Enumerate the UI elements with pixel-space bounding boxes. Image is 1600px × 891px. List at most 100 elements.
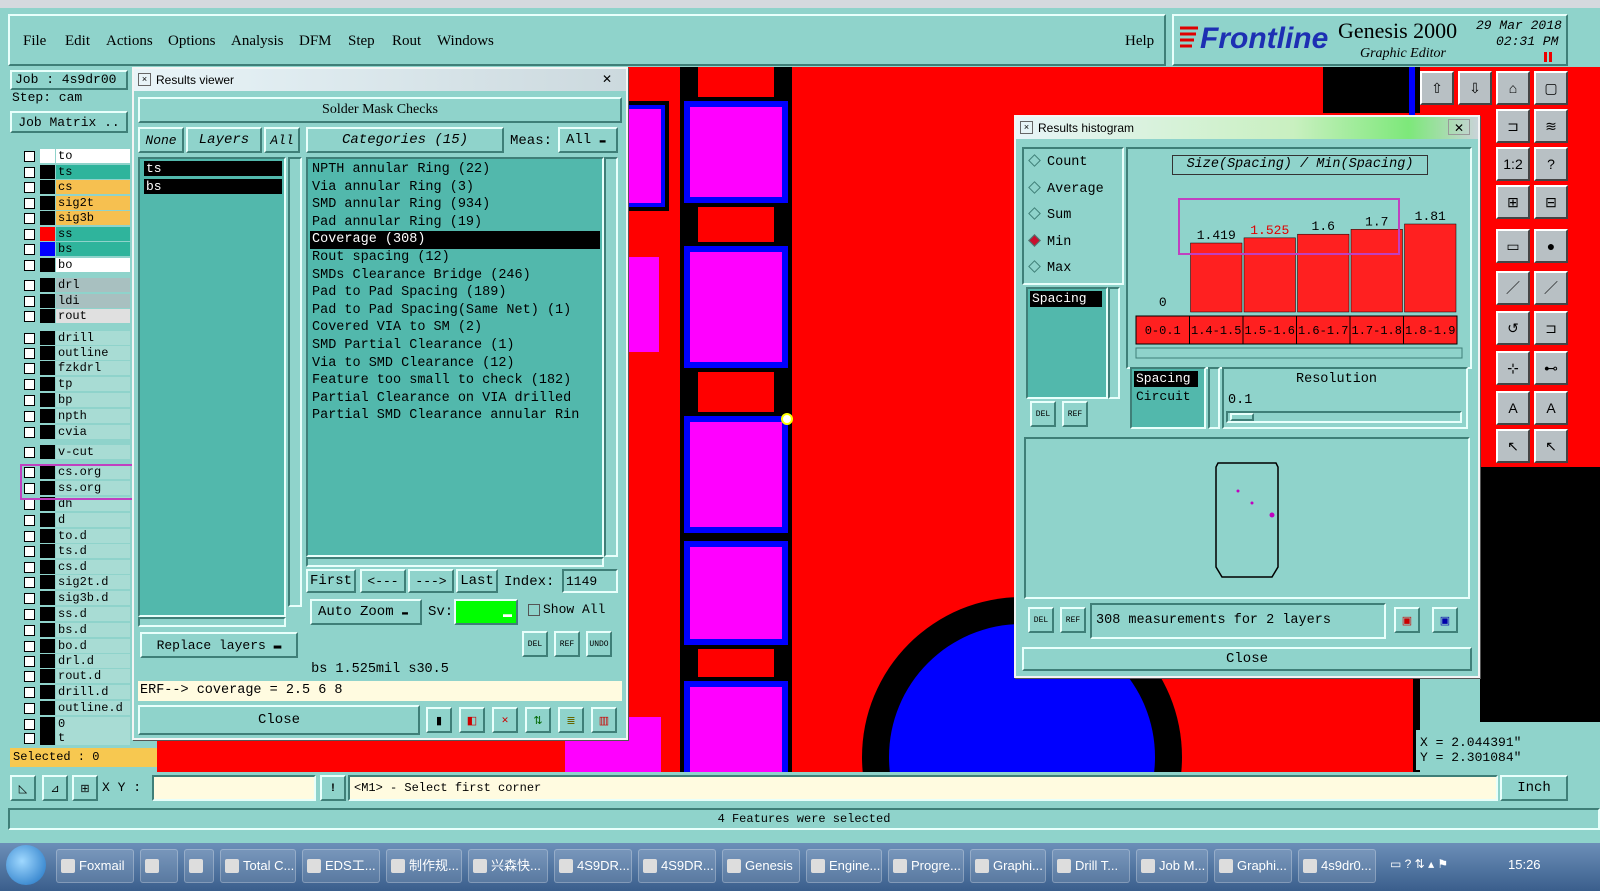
layer-row[interactable]: sig3b <box>16 211 130 225</box>
taskbar-item[interactable] <box>184 849 214 883</box>
menu-options[interactable]: Options <box>168 33 216 50</box>
next-button[interactable]: ---> <box>408 569 454 593</box>
taskbar-item[interactable]: 制作规... <box>386 849 462 883</box>
unit-dropdown[interactable]: Inch <box>1500 775 1568 801</box>
layers-button[interactable]: Layers <box>186 127 262 153</box>
sv-color-dropdown[interactable]: ▬ <box>454 599 518 625</box>
layers-scrollbar[interactable] <box>288 157 302 607</box>
histogram-bar[interactable] <box>1404 223 1457 313</box>
layer-row[interactable]: outline <box>16 346 130 360</box>
layer-row[interactable]: tp <box>16 377 130 391</box>
preview-del-button[interactable]: DEL <box>1028 607 1054 633</box>
category-item[interactable]: SMD annular Ring (934) <box>310 196 600 214</box>
layer-checkbox[interactable] <box>24 411 35 422</box>
layer-checkbox[interactable] <box>24 182 35 193</box>
measurement-type-list[interactable]: Spacing <box>1026 287 1108 399</box>
layer-checkbox[interactable] <box>24 348 35 359</box>
measurement-scrollbar[interactable] <box>1108 287 1120 399</box>
aggregate-option[interactable]: Average <box>1028 180 1104 197</box>
taskbar-item[interactable]: Drill T... <box>1052 849 1130 883</box>
layer-checkbox[interactable] <box>24 213 35 224</box>
categories-list[interactable]: NPTH annular Ring (22) Via annular Ring (… <box>306 157 604 557</box>
category-item[interactable]: SMD Partial Clearance (1) <box>310 337 600 355</box>
aggregate-option[interactable]: Min <box>1028 233 1071 250</box>
marker-icon[interactable]: ▮ <box>426 707 452 733</box>
histogram-close-button[interactable]: Close <box>1022 647 1472 671</box>
menu-windows[interactable]: Windows <box>437 33 494 50</box>
layer-checkbox[interactable] <box>24 260 35 271</box>
layer-checkbox[interactable] <box>24 311 35 322</box>
category-item[interactable]: Via annular Ring (3) <box>310 179 600 197</box>
layer-checkbox[interactable] <box>24 198 35 209</box>
layer-checkbox[interactable] <box>24 167 35 178</box>
taskbar-item[interactable]: Graphi... <box>970 849 1046 883</box>
layer-checkbox[interactable] <box>24 593 35 604</box>
category-item[interactable]: Pad to Pad Spacing(Same Net) (1) <box>310 302 600 320</box>
taskbar-item[interactable]: Engine... <box>806 849 882 883</box>
tool-snap-icon[interactable]: ⊞ <box>1496 185 1530 219</box>
aggregate-option[interactable]: Count <box>1028 154 1088 170</box>
layer-checkbox[interactable] <box>24 577 35 588</box>
taskbar-item[interactable]: Graphi... <box>1214 849 1292 883</box>
tool-select-alt-icon[interactable]: ↖ <box>1534 429 1568 463</box>
menu-step[interactable]: Step <box>348 33 375 50</box>
tool-save-icon[interactable]: ⇩ <box>1458 71 1492 105</box>
index-input[interactable] <box>562 569 618 593</box>
tool-ratio-icon[interactable]: 1:2 <box>1496 147 1530 181</box>
taskbar-item[interactable]: EDS工... <box>302 849 380 883</box>
layer-checkbox[interactable] <box>24 280 35 291</box>
radio-icon[interactable] <box>1028 233 1041 247</box>
taskbar-item[interactable]: Genesis <box>722 849 800 883</box>
histogram-icon[interactable]: ▥ <box>591 707 617 733</box>
taskbar-item[interactable]: 4S9DR... <box>554 849 632 883</box>
layer-checkbox[interactable] <box>24 515 35 526</box>
categories-hscrollbar[interactable] <box>306 557 604 567</box>
category-item[interactable]: Covered VIA to SM (2) <box>310 319 600 337</box>
layer-checkbox[interactable] <box>24 687 35 698</box>
categories-button[interactable]: Categories (15) <box>306 127 504 153</box>
category-item[interactable]: Rout spacing (12) <box>310 249 600 267</box>
taskbar-item[interactable]: Progre... <box>888 849 964 883</box>
taskbar-item[interactable]: Foxmail <box>56 849 134 883</box>
job-matrix-button[interactable]: Job Matrix .. <box>10 111 128 133</box>
pause-icon[interactable] <box>1544 52 1552 62</box>
histogram-del-button[interactable]: DEL <box>1030 401 1056 427</box>
undo-button[interactable]: UNDO <box>586 631 612 657</box>
tool-open-icon[interactable]: ⇧ <box>1420 71 1454 105</box>
taskbar-item[interactable]: 4s9dr0... <box>1298 849 1376 883</box>
layer-row[interactable]: v-cut <box>16 445 130 459</box>
radio-icon[interactable] <box>1028 260 1041 273</box>
first-button[interactable]: First <box>306 569 356 593</box>
layer-row[interactable]: ldi <box>16 294 130 308</box>
report-icon[interactable]: ≣ <box>558 707 584 733</box>
layer-checkbox[interactable] <box>24 244 35 255</box>
show-all-checkbox[interactable] <box>528 604 540 616</box>
tool-select-icon[interactable]: ↖ <box>1496 429 1530 463</box>
tool-help-icon[interactable]: ? <box>1534 147 1568 181</box>
reference-result-button[interactable]: REF <box>554 631 580 657</box>
layer-checkbox[interactable] <box>24 531 35 542</box>
menu-analysis[interactable]: Analysis <box>231 33 284 50</box>
close-icon[interactable]: ✕ <box>596 71 618 87</box>
layer-row[interactable]: 0 <box>16 717 130 731</box>
tool-arc-line-icon[interactable]: ／ <box>1534 271 1568 305</box>
layers-list-item[interactable]: bs <box>144 179 282 194</box>
layers-hscrollbar[interactable] <box>138 617 286 627</box>
preview-ref-button[interactable]: REF <box>1060 607 1086 633</box>
layer-row[interactable]: drl.d <box>16 654 130 668</box>
tool-measure-icon[interactable]: ▭ <box>1496 229 1530 263</box>
results-viewer-close-button[interactable]: Close <box>138 705 420 735</box>
layer-checkbox[interactable] <box>24 719 35 730</box>
snap-tool-icon[interactable]: ◺ <box>10 775 36 801</box>
layer-row[interactable]: fzkdrl <box>16 361 130 375</box>
tool-route-icon[interactable]: ⊐ <box>1534 311 1568 345</box>
layer-checkbox[interactable] <box>24 625 35 636</box>
layer-checkbox[interactable] <box>24 733 35 744</box>
layer-checkbox[interactable] <box>24 296 35 307</box>
layer-row[interactable]: ss.d <box>16 607 130 621</box>
layer-checkbox[interactable] <box>24 671 35 682</box>
ref-cross-icon[interactable]: ✕ <box>492 707 518 733</box>
grouping-scrollbar[interactable] <box>1208 367 1220 429</box>
category-item[interactable]: Partial Clearance on VIA drilled <box>310 390 600 408</box>
tool-text-alt-icon[interactable]: A <box>1534 391 1568 425</box>
